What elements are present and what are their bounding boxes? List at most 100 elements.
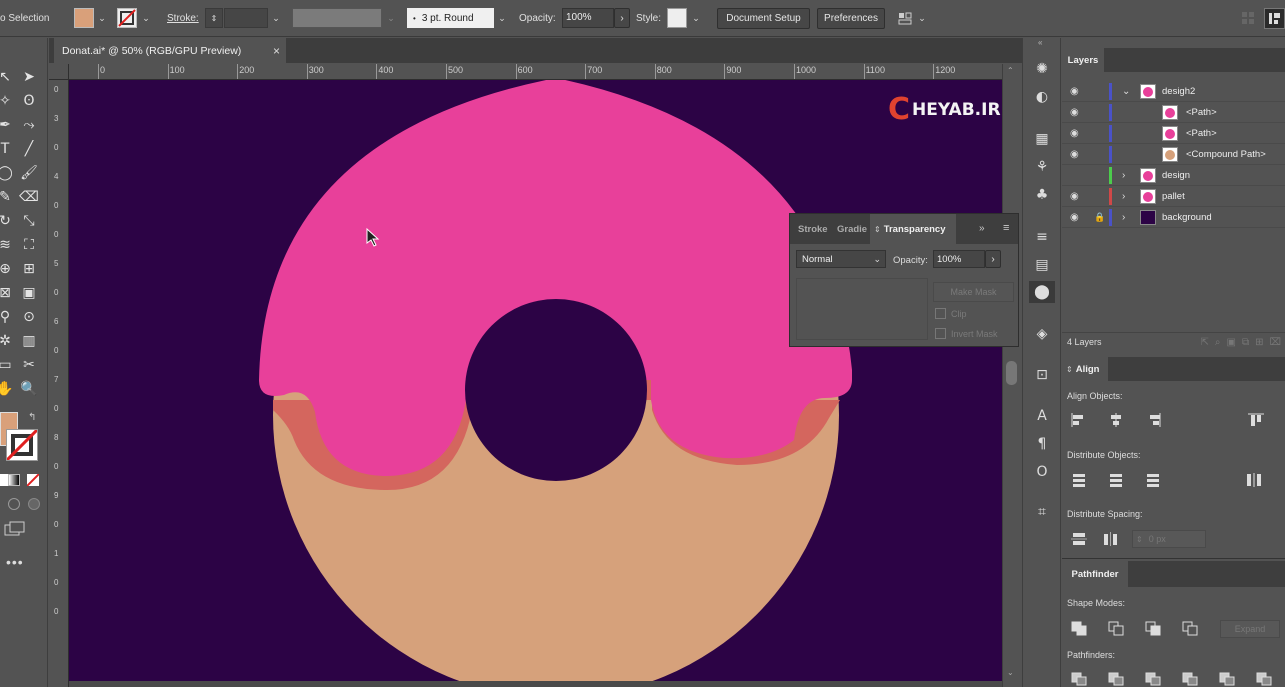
horizontal-align-right-icon[interactable] bbox=[1144, 412, 1162, 428]
swap-fill-stroke-icon[interactable]: ↰ bbox=[28, 412, 36, 423]
distribute-vertical-space-icon[interactable] bbox=[1070, 531, 1088, 547]
perspective-grid-tool-icon[interactable]: ⊞ bbox=[20, 260, 38, 278]
visibility-eye-icon[interactable]: ◉ bbox=[1070, 128, 1079, 139]
align-tab[interactable]: ⇕ Align bbox=[1062, 357, 1108, 381]
chevron-right-icon[interactable]: › bbox=[1122, 191, 1125, 202]
slice-tool-icon[interactable]: ✂ bbox=[20, 356, 38, 374]
layers-tab[interactable]: Layers bbox=[1062, 48, 1104, 72]
spacing-input[interactable]: ⇕ 0 px bbox=[1132, 530, 1206, 548]
transform-panel-icon[interactable]: ⌗ bbox=[1029, 501, 1055, 523]
style-chevron-icon[interactable]: ⌄ bbox=[689, 10, 703, 26]
eraser-tool-icon[interactable]: ⌫ bbox=[19, 188, 39, 206]
outline-pathfinder-icon[interactable] bbox=[1218, 671, 1236, 687]
style-swatch[interactable] bbox=[667, 8, 687, 28]
document-setup-button[interactable]: Document Setup bbox=[717, 8, 810, 29]
hand-tool-icon[interactable]: ✋ bbox=[0, 380, 14, 398]
layer-row[interactable]: › design bbox=[1062, 165, 1285, 186]
brush-definition[interactable]: • 3 pt. Round bbox=[407, 8, 494, 28]
brushes-panel-icon[interactable]: ⚘ bbox=[1029, 156, 1055, 178]
locate-icon[interactable]: ⌕ bbox=[1215, 337, 1221, 348]
zoom-tool-icon[interactable]: 🔍 bbox=[20, 380, 38, 398]
arrange-documents-icon[interactable] bbox=[897, 10, 913, 26]
scroll-thumb[interactable] bbox=[1006, 361, 1017, 385]
lasso-tool-icon[interactable]: ʘ bbox=[20, 92, 38, 110]
more-tools-icon[interactable]: ••• bbox=[6, 554, 24, 570]
vertical-distribute-top-icon[interactable] bbox=[1070, 472, 1088, 488]
workspace-grid-icon[interactable] bbox=[1240, 10, 1256, 26]
fill-swatch[interactable] bbox=[74, 8, 94, 28]
stroke-swatch[interactable] bbox=[117, 8, 137, 28]
unite-shape-mode-icon[interactable] bbox=[1070, 620, 1088, 636]
gradient-mode-icon[interactable] bbox=[8, 474, 20, 486]
horizontal-align-center-icon[interactable] bbox=[1107, 412, 1125, 428]
exclude-shape-mode-icon[interactable] bbox=[1181, 620, 1199, 636]
magic-wand-tool-icon[interactable]: ✧ bbox=[0, 92, 14, 110]
tab-stroke[interactable]: Stroke bbox=[798, 224, 828, 235]
ellipse-tool-icon[interactable]: ◯ bbox=[0, 164, 14, 182]
document-tab[interactable]: Donat.ai* @ 50% (RGB/GPU Preview) × bbox=[54, 38, 286, 63]
panel-toggle-icon[interactable] bbox=[1264, 8, 1285, 29]
stroke-weight-stepper[interactable]: ⇕ bbox=[205, 8, 223, 28]
fill-dropdown-chevron-icon[interactable]: ⌄ bbox=[95, 10, 109, 26]
minus-back-pathfinder-icon[interactable] bbox=[1255, 671, 1273, 687]
type-tool-icon[interactable]: T bbox=[0, 140, 14, 158]
opacity-arrow-button[interactable]: › bbox=[614, 8, 630, 28]
arrange-chevron-icon[interactable]: ⌄ bbox=[915, 10, 929, 26]
opacity-input[interactable]: 100% bbox=[562, 8, 614, 28]
horizontal-scrollbar[interactable] bbox=[69, 681, 1002, 687]
chevron-right-icon[interactable]: › bbox=[1122, 212, 1125, 223]
direct-selection-tool-icon[interactable]: ➤ bbox=[20, 68, 38, 86]
chevron-down-icon[interactable]: ⌄ bbox=[1122, 86, 1130, 97]
visibility-eye-icon[interactable]: ◉ bbox=[1070, 212, 1079, 223]
close-tab-icon[interactable]: × bbox=[273, 44, 280, 58]
visibility-eye-icon[interactable]: ◉ bbox=[1070, 191, 1079, 202]
horizontal-align-left-icon[interactable] bbox=[1070, 412, 1088, 428]
draw-normal-icon[interactable] bbox=[8, 498, 20, 510]
tab-gradient[interactable]: Gradie bbox=[837, 224, 867, 235]
vertical-distribute-bottom-icon[interactable] bbox=[1144, 472, 1162, 488]
panel-collapse-icon[interactable]: » bbox=[979, 223, 985, 234]
stroke-panel-icon[interactable]: ≡ bbox=[1029, 226, 1055, 248]
character-panel-icon[interactable]: A bbox=[1029, 405, 1055, 427]
vertical-distribute-center-icon[interactable] bbox=[1107, 472, 1125, 488]
mesh-tool-icon[interactable]: ⊠ bbox=[0, 284, 14, 302]
vertical-scrollbar[interactable]: ⌃ ⌄ bbox=[1002, 64, 1019, 687]
artboard-tool-icon[interactable]: ▭ bbox=[0, 356, 14, 374]
brush-chevron-icon[interactable]: ⌄ bbox=[495, 10, 509, 26]
visibility-eye-icon[interactable]: ◉ bbox=[1070, 149, 1079, 160]
variable-width-profile[interactable] bbox=[292, 8, 382, 28]
vertical-align-top-icon[interactable] bbox=[1247, 412, 1265, 428]
scale-tool-icon[interactable]: ⤡ bbox=[20, 212, 38, 230]
scroll-down-icon[interactable]: ⌄ bbox=[1007, 668, 1014, 677]
invert-mask-checkbox[interactable] bbox=[935, 328, 946, 339]
appearance-panel-icon[interactable]: ◈ bbox=[1029, 323, 1055, 345]
layer-row[interactable]: ◉ 🔒 › background bbox=[1062, 207, 1285, 228]
new-sublayer-icon[interactable]: ⧉ bbox=[1242, 337, 1249, 348]
transparency-opacity-input[interactable]: 100% bbox=[933, 250, 985, 268]
layer-row[interactable]: ◉ ⌄ desigh2 bbox=[1062, 81, 1285, 102]
screen-mode-icon[interactable] bbox=[4, 521, 26, 537]
symbol-sprayer-tool-icon[interactable]: ✲ bbox=[0, 332, 14, 350]
visibility-eye-icon[interactable]: ◉ bbox=[1070, 86, 1079, 97]
layer-row[interactable]: ◉ <Path> bbox=[1062, 123, 1285, 144]
selection-tool-icon[interactable]: ↖ bbox=[0, 68, 14, 86]
blend-tool-icon[interactable]: ⊙ bbox=[20, 308, 38, 326]
chevron-right-icon[interactable]: › bbox=[1122, 170, 1125, 181]
expand-button[interactable]: Expand bbox=[1220, 620, 1280, 638]
profile-chevron-icon[interactable]: ⌄ bbox=[384, 10, 398, 26]
panel-menu-icon[interactable]: ≡ bbox=[1003, 222, 1009, 234]
stroke-weight-chevron-icon[interactable]: ⌄ bbox=[268, 10, 284, 26]
opentype-panel-icon[interactable]: O bbox=[1029, 461, 1055, 483]
divide-pathfinder-icon[interactable] bbox=[1070, 671, 1088, 687]
layer-row[interactable]: ◉ <Compound Path> bbox=[1062, 144, 1285, 165]
pen-tool-icon[interactable]: ✒ bbox=[0, 116, 14, 134]
layer-row[interactable]: ◉ <Path> bbox=[1062, 102, 1285, 123]
horizontal-distribute-center-icon[interactable] bbox=[1245, 472, 1263, 488]
color-panel-icon[interactable]: ◐ bbox=[1029, 86, 1055, 108]
free-transform-tool-icon[interactable]: ⛶ bbox=[20, 236, 38, 254]
new-layer-icon[interactable]: ⊞ bbox=[1255, 337, 1263, 348]
graphic-styles-panel-icon[interactable]: ⊡ bbox=[1029, 364, 1055, 386]
column-graph-tool-icon[interactable]: ▥ bbox=[20, 332, 38, 350]
delete-layer-icon[interactable]: ⌧ bbox=[1269, 337, 1281, 348]
eyedropper-tool-icon[interactable]: ⚲ bbox=[0, 308, 14, 326]
